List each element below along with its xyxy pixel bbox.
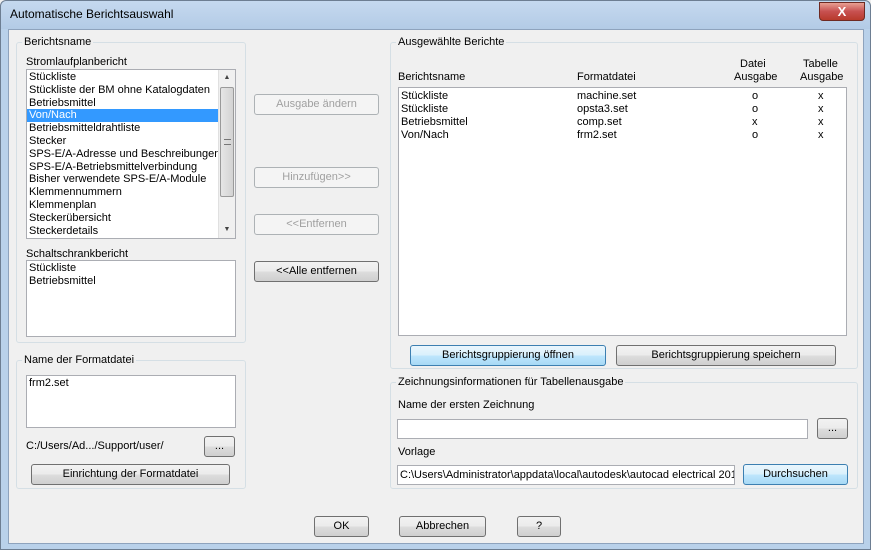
col-header-datei-1: Datei xyxy=(740,58,766,70)
format-path: C:/Users/Ad.../Support/user/ xyxy=(26,440,164,452)
selected-reports-list[interactable]: Stückliste machine.set o x Stückliste opsta3.… xyxy=(398,87,847,336)
stromlauf-list-item[interactable]: Betriebsmitteldrahtliste xyxy=(27,122,218,135)
stromlauf-list-item[interactable]: Bisher verwendete SPS-E/A-Module xyxy=(27,173,218,186)
stromlauf-list-item[interactable]: Steckerübersicht xyxy=(27,212,218,225)
stromlauf-list-item[interactable]: Klemmenplan xyxy=(27,199,218,212)
abbrechen-button[interactable]: Abbrechen xyxy=(399,516,486,537)
dialog-client: Berichtsname Stromlaufplanbericht Stückl… xyxy=(8,29,864,544)
report-datei-cell: o xyxy=(752,90,759,102)
report-name-cell: Von/Nach xyxy=(401,129,449,141)
save-grouping-button[interactable]: Berichtsgruppierung speichern xyxy=(616,345,836,366)
col-header-tabelle-2: Ausgabe xyxy=(800,71,844,83)
durchsuchen-button[interactable]: Durchsuchen xyxy=(743,464,848,485)
format-browse-button[interactable]: ... xyxy=(204,436,235,457)
selected-reports-group-label: Ausgewählte Berichte xyxy=(396,36,507,48)
report-datei-cell: x xyxy=(752,116,758,128)
stromlauf-list-item[interactable]: SPS-E/A-Betriebsmittelverbindung xyxy=(27,161,218,174)
report-format-cell: comp.set xyxy=(577,116,622,128)
drawing-info-group-label: Zeichnungsinformationen für Tabellenausg… xyxy=(396,376,626,388)
stromlauf-list-item[interactable]: Steckerdetails xyxy=(27,225,218,238)
close-icon: X xyxy=(837,4,847,19)
schaltschrank-list-item[interactable]: Betriebsmittel xyxy=(27,275,235,288)
ausgabe-aendern-button[interactable]: Ausgabe ändern xyxy=(254,94,379,115)
stromlauf-scrollbar[interactable]: ▲ ▼ xyxy=(218,70,235,238)
stromlauf-list-item[interactable]: Stückliste xyxy=(27,71,218,84)
scroll-up-icon[interactable]: ▲ xyxy=(219,70,235,86)
col-header-tabelle-1: Tabelle xyxy=(803,58,838,70)
report-datei-cell: o xyxy=(752,103,759,115)
col-header-format: Formatdatei xyxy=(577,71,636,83)
col-header-datei-2: Ausgabe xyxy=(734,71,778,83)
entfernen-button[interactable]: <<Entfernen xyxy=(254,214,379,235)
scroll-down-icon[interactable]: ▼ xyxy=(219,222,235,238)
report-name-cell: Stückliste xyxy=(401,103,449,115)
ok-button[interactable]: OK xyxy=(314,516,369,537)
format-listbox[interactable]: frm2.set xyxy=(26,375,236,428)
hinzufuegen-button[interactable]: Hinzufügen>> xyxy=(254,167,379,188)
report-format-cell: machine.set xyxy=(577,90,637,102)
stromlauf-listbox[interactable]: Stückliste Stückliste der BM ohne Katalog… xyxy=(26,69,236,239)
schaltschrank-label: Schaltschrankbericht xyxy=(26,248,129,260)
format-setup-button[interactable]: Einrichtung der Formatdatei xyxy=(31,464,230,485)
report-datei-cell: o xyxy=(752,129,759,141)
scroll-thumb[interactable] xyxy=(220,87,234,197)
report-row[interactable]: Stückliste opsta3.set o x xyxy=(399,103,846,116)
title-bar[interactable]: Automatische Berichtsauswahl X xyxy=(1,1,870,29)
report-row[interactable]: Betriebsmittel comp.set x x xyxy=(399,116,846,129)
report-name-cell: Betriebsmittel xyxy=(401,116,468,128)
stromlauf-list-item[interactable]: Stecker xyxy=(27,135,218,148)
report-tabelle-cell: x xyxy=(818,90,824,102)
schaltschrank-list-item[interactable]: Stückliste xyxy=(27,262,235,275)
first-drawing-browse-button[interactable]: ... xyxy=(817,418,848,439)
stromlauf-list-item[interactable]: Von/Nach xyxy=(27,109,218,123)
berichtsname-group-label: Berichtsname xyxy=(22,36,94,48)
vorlage-label: Vorlage xyxy=(398,446,436,458)
schaltschrank-listbox[interactable]: Stückliste Betriebsmittel xyxy=(26,260,236,337)
report-row[interactable]: Stückliste machine.set o x xyxy=(399,90,846,103)
report-format-cell: opsta3.set xyxy=(577,103,628,115)
stromlauf-label: Stromlaufplanbericht xyxy=(26,56,127,68)
vorlage-input[interactable]: C:\Users\Administrator\appdata\local\aut… xyxy=(397,465,735,485)
dialog-window: Automatische Berichtsauswahl X Berichtsn… xyxy=(0,0,871,550)
report-tabelle-cell: x xyxy=(818,116,824,128)
stromlauf-list-item[interactable]: Betriebsmittel xyxy=(27,97,218,110)
help-button[interactable]: ? xyxy=(517,516,561,537)
open-grouping-button[interactable]: Berichtsgruppierung öffnen xyxy=(410,345,606,366)
format-list-item[interactable]: frm2.set xyxy=(27,377,235,390)
report-name-cell: Stückliste xyxy=(401,90,449,102)
stromlauf-list-item[interactable]: SPS-E/A-Adresse und Beschreibungen xyxy=(27,148,220,161)
report-format-cell: frm2.set xyxy=(577,129,617,141)
first-drawing-label: Name der ersten Zeichnung xyxy=(398,399,535,411)
col-header-name: Berichtsname xyxy=(398,71,466,83)
format-group-label: Name der Formatdatei xyxy=(22,354,137,366)
first-drawing-input[interactable] xyxy=(397,419,808,439)
report-tabelle-cell: x xyxy=(818,129,824,141)
report-row[interactable]: Von/Nach frm2.set o x xyxy=(399,129,846,142)
stromlauf-list-item[interactable]: Klemmennummern xyxy=(27,186,218,199)
stromlauf-list-item[interactable]: Stückliste der BM ohne Katalogdaten xyxy=(27,84,218,97)
window-title: Automatische Berichtsauswahl xyxy=(10,7,174,21)
alle-entfernen-button[interactable]: <<Alle entfernen xyxy=(254,261,379,282)
close-button[interactable]: X xyxy=(819,2,865,21)
report-tabelle-cell: x xyxy=(818,103,824,115)
